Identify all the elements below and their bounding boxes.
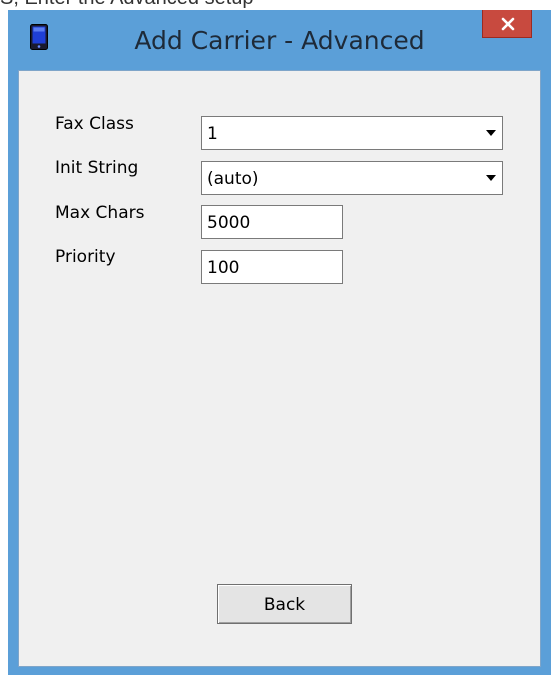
init-string-value: (auto) [207,169,259,189]
priority-label: Priority [55,247,116,267]
priority-input[interactable]: 100 [201,250,343,284]
fax-class-select[interactable]: 1 [201,116,503,150]
max-chars-label: Max Chars [55,203,145,223]
window-title: Add Carrier - Advanced [134,26,425,55]
init-string-label: Init String [55,158,139,178]
max-chars-input[interactable]: 5000 [201,205,343,239]
fax-class-value: 1 [207,124,218,144]
dialog-body: Fax Class 1 Init String (auto) Max Chars… [18,70,541,667]
init-string-select[interactable]: (auto) [201,161,503,195]
close-button[interactable] [482,10,532,38]
chevron-down-icon [486,175,496,181]
chevron-down-icon [486,130,496,136]
background-text: S, Enter the Advanced setup [0,0,254,10]
close-icon [501,17,515,31]
priority-value: 100 [207,258,240,278]
dialog-window: Add Carrier - Advanced Fax Class 1 Init … [8,10,551,675]
back-button-label: Back [263,595,306,615]
back-button[interactable]: Back [217,584,352,624]
fax-class-dropdown-button[interactable] [481,118,501,148]
background-text-strip: S, Enter the Advanced setup [0,0,552,10]
title-bar[interactable]: Add Carrier - Advanced [8,10,551,70]
fax-class-label: Fax Class [55,114,134,134]
max-chars-value: 5000 [207,213,251,233]
init-string-dropdown-button[interactable] [481,163,501,193]
